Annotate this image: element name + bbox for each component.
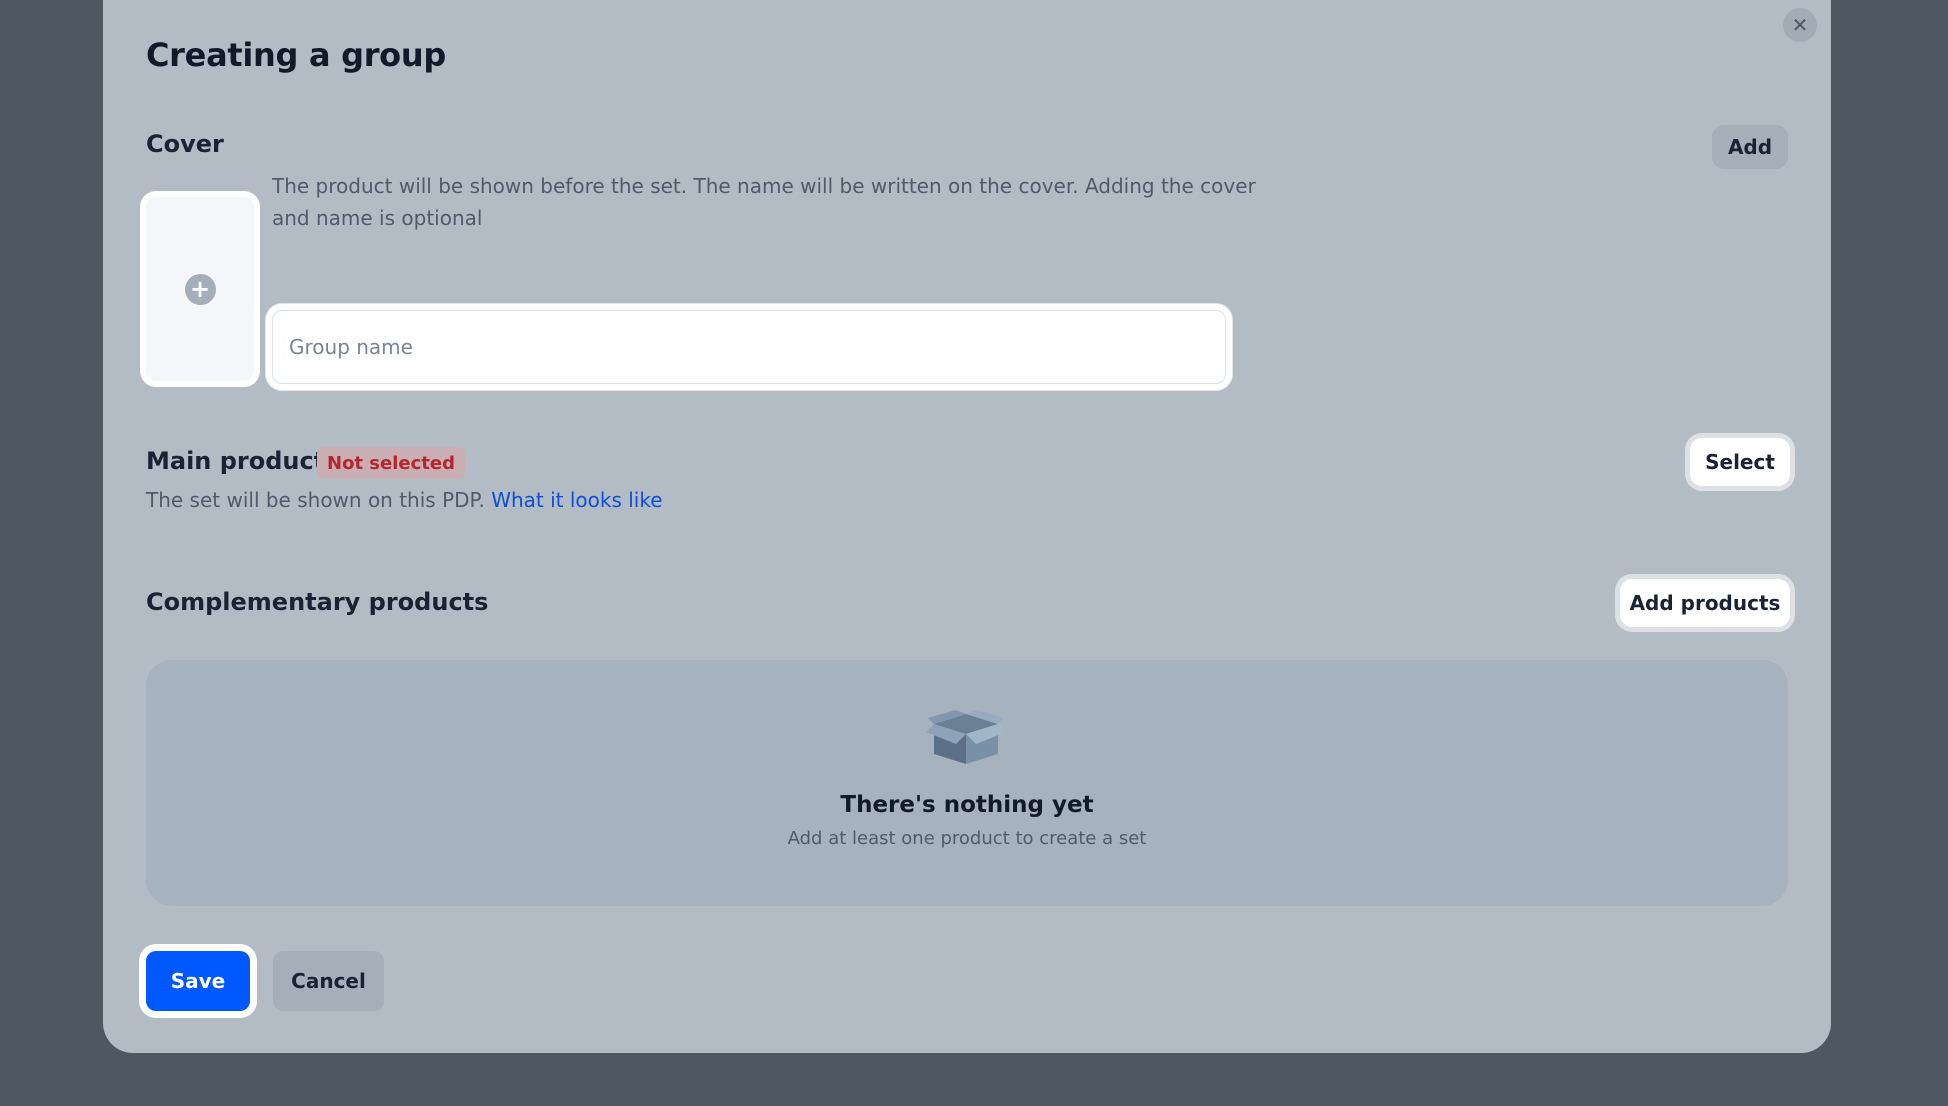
empty-state-title: There's nothing yet <box>840 792 1094 818</box>
cancel-button[interactable]: Cancel <box>273 951 384 1011</box>
group-name-input[interactable] <box>272 310 1226 384</box>
complementary-products-title: Complementary products <box>146 588 489 616</box>
what-it-looks-like-link[interactable]: What it looks like <box>491 488 662 512</box>
cover-image-upload[interactable]: + <box>146 197 254 381</box>
main-product-description: The set will be shown on this PDP. What … <box>146 488 663 512</box>
save-button[interactable]: Save <box>146 951 250 1011</box>
box-icon <box>926 710 1006 764</box>
select-main-product-button[interactable]: Select <box>1690 438 1790 486</box>
close-button[interactable]: ✕ <box>1783 8 1817 42</box>
empty-state-subtitle: Add at least one product to create a set <box>787 828 1147 849</box>
cover-add-button[interactable]: Add <box>1712 125 1788 169</box>
create-group-modal: ✕ Creating a group Cover Add + The produ… <box>103 0 1831 1053</box>
modal-title: Creating a group <box>146 36 446 74</box>
status-badge: Not selected <box>317 447 465 479</box>
close-icon: ✕ <box>1791 13 1809 37</box>
add-products-button[interactable]: Add products <box>1620 579 1790 627</box>
main-product-description-text: The set will be shown on this PDP. <box>146 488 485 512</box>
empty-state: There's nothing yet Add at least one pro… <box>146 660 1788 906</box>
cover-description: The product will be shown before the set… <box>272 174 1256 230</box>
cover-section-title: Cover <box>146 130 224 158</box>
main-product-title: Main product <box>146 447 326 475</box>
plus-icon: + <box>184 273 216 305</box>
